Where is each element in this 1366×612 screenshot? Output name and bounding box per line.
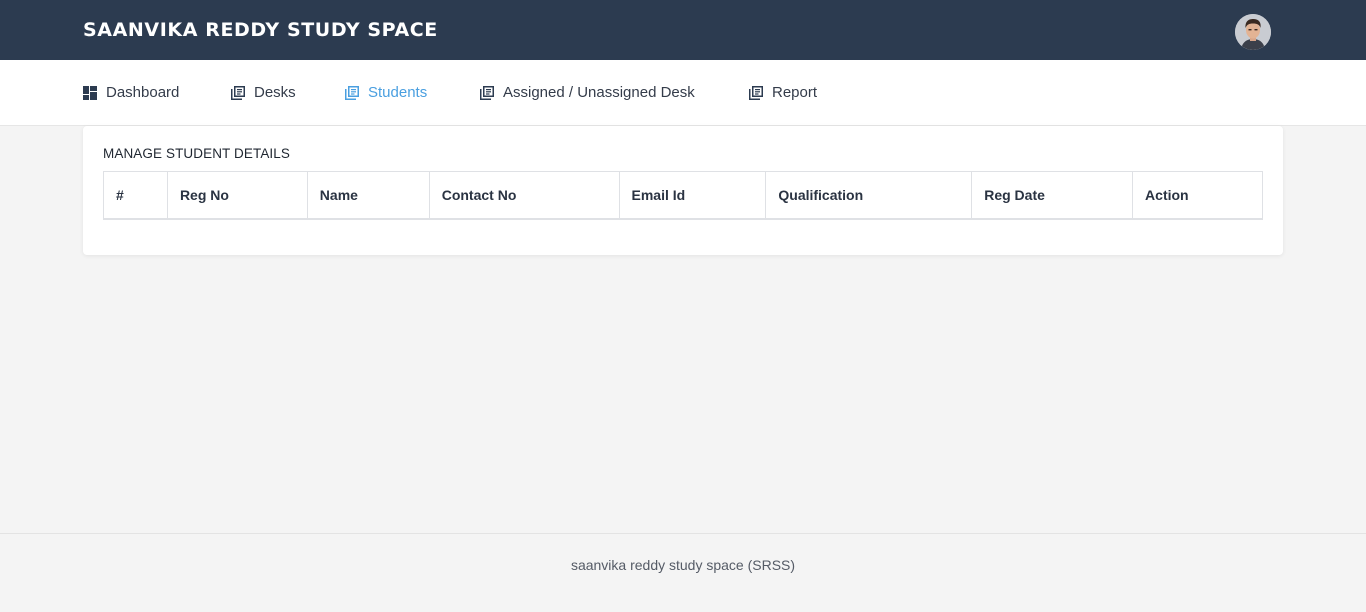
nav-item-assigned-unassigned-desk[interactable]: Assigned / Unassigned Desk [480,84,695,101]
column-header-name[interactable]: Name [306,171,430,220]
main-nav: Dashboard Desks Students Assigned / Unas… [0,60,1366,126]
nav-label-assigned-unassigned-desk: Assigned / Unassigned Desk [503,84,695,101]
column-header-reg-date[interactable]: Reg Date [971,171,1134,220]
library-books-icon [345,85,359,100]
column-header-qualification[interactable]: Qualification [765,171,973,220]
nav-item-desks[interactable]: Desks [231,84,296,101]
footer-text: saanvika reddy study space (SRSS) [570,557,796,573]
user-avatar[interactable] [1235,14,1271,50]
manage-students-card: MANAGE STUDENT DETAILS # Reg No Name Con… [83,126,1283,255]
nav-item-dashboard[interactable]: Dashboard [83,84,179,101]
column-header-email-id[interactable]: Email Id [618,171,767,220]
nav-item-report[interactable]: Report [749,84,817,101]
students-table: # Reg No Name Contact No Email Id Qualif… [103,171,1263,220]
library-books-icon [231,85,245,100]
column-header-index[interactable]: # [103,171,168,220]
dashboard-icon [83,85,97,100]
library-books-icon [480,85,494,100]
nav-label-dashboard: Dashboard [106,84,180,101]
nav-label-report: Report [772,84,818,101]
card-title: MANAGE STUDENT DETAILS [103,146,290,161]
column-header-reg-no[interactable]: Reg No [166,171,308,220]
top-header: SAANVIKA REDDY STUDY SPACE [0,0,1366,60]
avatar-icon [1235,14,1271,50]
nav-label-desks: Desks [254,84,296,101]
column-header-contact-no[interactable]: Contact No [428,171,620,220]
table-header-row: # Reg No Name Contact No Email Id Qualif… [103,171,1263,220]
page-footer: saanvika reddy study space (SRSS) [0,533,1366,612]
nav-label-students: Students [368,84,428,101]
nav-item-students[interactable]: Students [345,84,427,101]
column-header-action[interactable]: Action [1132,171,1263,220]
brand-title: SAANVIKA REDDY STUDY SPACE [83,19,438,41]
library-books-icon [749,85,763,100]
